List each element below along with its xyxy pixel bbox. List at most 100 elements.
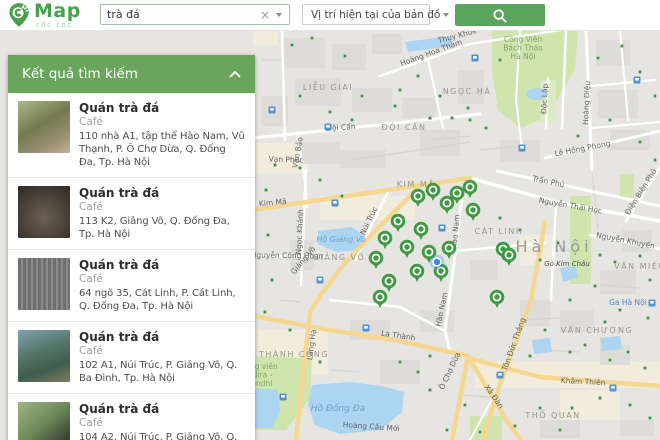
map-poi-dot bbox=[648, 416, 651, 419]
pin-shape bbox=[418, 226, 423, 231]
map-poi-dot bbox=[463, 403, 466, 406]
result-text: Quán trà đáCafé102 A1, Núi Trúc, P. Giản… bbox=[79, 330, 245, 385]
map-place-label: Gò Kim Châu bbox=[544, 260, 590, 268]
map-poi-dot bbox=[538, 258, 541, 261]
result-category: Café bbox=[79, 273, 245, 285]
map-poi-dot bbox=[648, 278, 651, 281]
pin-shape bbox=[377, 294, 382, 299]
map-poi-dot bbox=[583, 343, 586, 346]
pin-shape bbox=[446, 245, 451, 250]
map-poi-dot bbox=[416, 370, 419, 373]
pin-shape bbox=[467, 184, 472, 189]
map-poi-dot bbox=[428, 116, 431, 119]
pin-shape bbox=[382, 235, 387, 240]
results-panel-header[interactable]: Kết quả tìm kiếm bbox=[8, 55, 255, 93]
clear-search-icon[interactable]: × bbox=[257, 9, 273, 21]
map-poi-dot bbox=[598, 253, 601, 256]
map-poi-dot bbox=[263, 310, 266, 313]
map-poi-dot bbox=[450, 116, 453, 119]
pin-shape bbox=[395, 218, 400, 223]
map-poi-dot bbox=[620, 44, 623, 47]
result-address: 110 nhà A1, tập thể Hào Nam, Vũ Thạnh, P… bbox=[79, 130, 245, 169]
map-poi-dot bbox=[638, 254, 641, 257]
map-poi-dot bbox=[653, 158, 656, 161]
pin-shape bbox=[414, 268, 419, 273]
map-poi-dot bbox=[513, 424, 516, 427]
map-poi-dot bbox=[298, 94, 301, 97]
result-list-item[interactable]: Quán trà đáCafé113 K2, Giảng Võ, Q. Đống… bbox=[8, 178, 255, 250]
result-category: Café bbox=[79, 201, 245, 213]
transit-icon-glyph bbox=[635, 78, 639, 81]
map-poi-dot bbox=[468, 118, 471, 121]
map-building-block bbox=[598, 90, 638, 118]
map-poi-dot bbox=[626, 350, 629, 353]
current-location-dot bbox=[433, 258, 441, 266]
result-category: Café bbox=[79, 116, 245, 128]
map-poi-dot bbox=[568, 298, 571, 301]
map-poi-dot bbox=[398, 360, 401, 363]
map-building-block bbox=[352, 88, 392, 112]
result-list-item[interactable]: Quán trà đáCafé102 A1, Núi Trúc, P. Giản… bbox=[8, 322, 255, 394]
map-poi-dot bbox=[538, 406, 541, 409]
results-panel-title: Kết quả tìm kiếm bbox=[22, 66, 138, 82]
result-title: Quán trà đá bbox=[79, 186, 245, 200]
map-poi-dot bbox=[393, 104, 396, 107]
transit-icon-glyph bbox=[333, 201, 337, 204]
location-scope-select[interactable]: Vị trí hiện tại của bản đồ bbox=[302, 4, 430, 25]
result-category: Café bbox=[79, 345, 245, 357]
pin-shape bbox=[454, 190, 459, 195]
map-poi-dot bbox=[498, 58, 501, 61]
result-address: 102 A1, Núi Trúc, P. Giảng Võ, Q. Ba Đìn… bbox=[79, 359, 245, 385]
transit-icon-glyph bbox=[520, 146, 524, 149]
map-district-label: VĂN MIẾU bbox=[614, 260, 660, 271]
map-district-label: NGỌC HÀ bbox=[443, 85, 492, 96]
map-poi-dot bbox=[568, 350, 571, 353]
map-district-label: THÀNH CÔNG bbox=[258, 348, 329, 359]
map-water-label: Hồ Đống Đa bbox=[311, 403, 365, 414]
map-poi-dot bbox=[290, 43, 293, 46]
search-button[interactable] bbox=[455, 4, 545, 26]
map-building-block bbox=[283, 38, 325, 68]
transit-icon-glyph bbox=[650, 301, 654, 304]
results-list: Quán trà đáCafé110 nhà A1, tập thể Hào N… bbox=[8, 93, 255, 440]
map-city-label: Hà Nội bbox=[515, 237, 592, 256]
map-poi-dot bbox=[428, 354, 431, 357]
map-poi-dot bbox=[596, 56, 599, 59]
result-list-item[interactable]: Quán trà đáCafé110 nhà A1, tập thể Hào N… bbox=[8, 93, 255, 178]
map-building-block bbox=[596, 40, 630, 66]
map-building-block bbox=[402, 98, 436, 118]
map-building-block bbox=[470, 260, 498, 280]
map-poi-dot bbox=[598, 396, 601, 399]
map-poi-dot bbox=[416, 74, 419, 77]
map-building-block bbox=[340, 150, 386, 168]
map-poi-dot bbox=[318, 360, 321, 363]
logo[interactable]: Map cốc cốc bbox=[8, 2, 81, 29]
map-poi-dot bbox=[603, 320, 606, 323]
map-commercial-area bbox=[253, 30, 278, 45]
map-poi-dot bbox=[445, 428, 448, 431]
result-photo bbox=[18, 258, 70, 310]
map-poi-dot bbox=[618, 308, 621, 311]
map-poi-dot bbox=[360, 94, 363, 97]
map-poi-dot bbox=[558, 428, 561, 431]
logo-text: Map cốc cốc bbox=[34, 2, 81, 29]
map-park bbox=[620, 174, 634, 198]
pin-shape bbox=[494, 294, 499, 299]
search-input[interactable] bbox=[101, 8, 257, 21]
result-photo bbox=[18, 101, 70, 153]
map-poi-dot bbox=[646, 316, 649, 319]
result-list-item[interactable]: Quán trà đáCafé64 ngõ 35, Cát Linh, P. C… bbox=[8, 250, 255, 322]
map-poi-dot bbox=[438, 94, 441, 97]
result-title: Quán trà đá bbox=[79, 402, 245, 416]
chevron-down-icon bbox=[443, 13, 449, 17]
map-poi-dot bbox=[484, 126, 487, 129]
map-poi-dot bbox=[270, 278, 273, 281]
map-poi-dot bbox=[264, 188, 267, 191]
map-park-label: Hà Nội bbox=[511, 52, 536, 61]
map-building-block bbox=[372, 34, 402, 54]
location-scope-value: Vị trí hiện tại của bản đồ bbox=[311, 9, 440, 21]
search-history-dropdown-icon[interactable] bbox=[276, 13, 282, 17]
app-window: LIỄU GIAIĐỘI CẤNNGỌC HÀGIẢNG VÕCÁT LINHK… bbox=[0, 0, 660, 440]
search-icon bbox=[492, 8, 509, 23]
result-list-item[interactable]: Quán trà đáCafé104 A2, Núi Trúc, P. Giản… bbox=[8, 394, 255, 440]
